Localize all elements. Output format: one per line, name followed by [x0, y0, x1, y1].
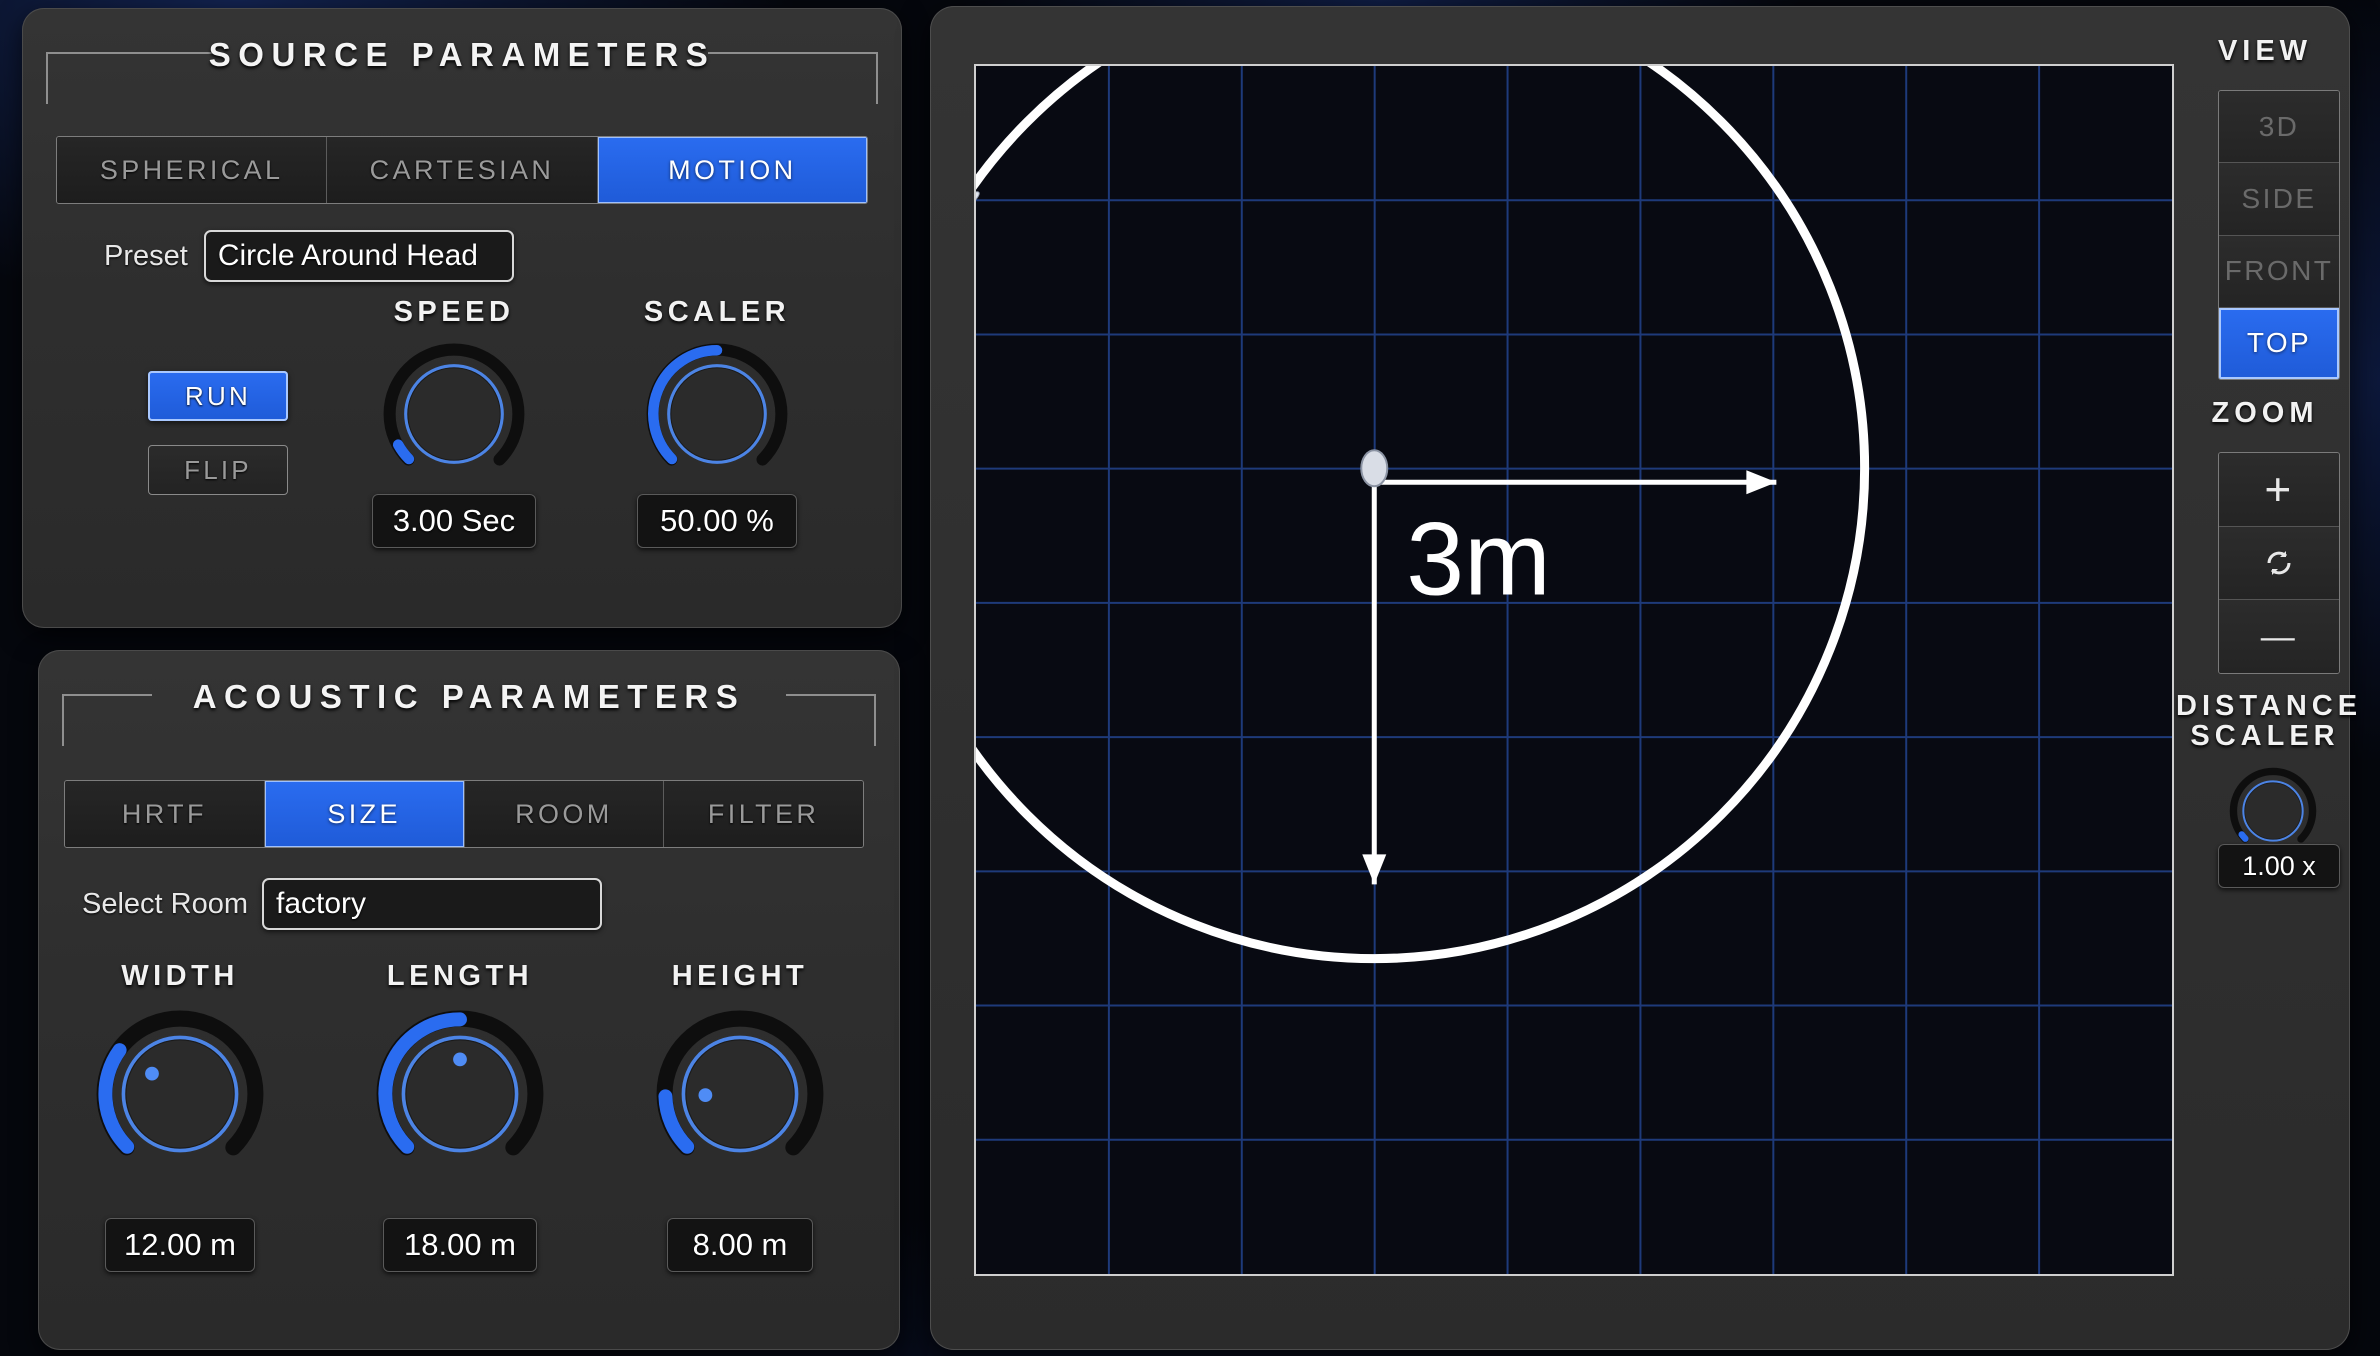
- select-room-row: Select Room factory: [82, 878, 603, 930]
- zoom-plus-icon[interactable]: +: [2219, 453, 2339, 527]
- select-room-dropdown[interactable]: factory: [262, 878, 603, 930]
- view-option-label: FRONT: [2224, 255, 2334, 287]
- view-option-side[interactable]: SIDE: [2219, 163, 2339, 236]
- view-option-label: 3D: [2258, 110, 2300, 142]
- view-option-label: SIDE: [2241, 182, 2317, 214]
- source-section-header: SOURCE PARAMETERS: [22, 30, 902, 104]
- length-label: LENGTH: [386, 960, 534, 992]
- visualizer-canvas: 3m: [976, 66, 2172, 1274]
- plugin-window: SOURCE PARAMETERS SPHERICAL CARTESIAN MOTI…: [0, 0, 2380, 1356]
- speed-readout[interactable]: 3.00 Sec: [372, 494, 536, 548]
- source-panel-title: SOURCE PARAMETERS: [208, 36, 716, 73]
- plus-icon-glyph: +: [2264, 463, 2294, 516]
- tab-label: HRTF: [121, 798, 207, 829]
- zoom-controls-stack[interactable]: + —: [2218, 452, 2340, 674]
- preset-value: Circle Around Head: [217, 239, 478, 272]
- scaler-knob[interactable]: [646, 343, 788, 484]
- length-knob-group: LENGTH 18.00 m: [360, 960, 560, 1290]
- acoustic-section-header: ACOUSTIC PARAMETERS: [38, 672, 900, 746]
- flip-button[interactable]: FLIP: [148, 445, 288, 495]
- tab-label: SIZE: [327, 798, 401, 829]
- tab-label: MOTION: [668, 154, 797, 185]
- listener-head-marker: [1360, 449, 1389, 488]
- width-knob[interactable]: [96, 1010, 264, 1176]
- distance-scaler-title: DISTANCE SCALER: [2176, 690, 2363, 753]
- height-readout[interactable]: 8.00 m: [667, 1218, 813, 1272]
- source-mode-tabs[interactable]: SPHERICAL CARTESIAN MOTION: [56, 136, 868, 204]
- acoustic-panel-title: ACOUSTIC PARAMETERS: [192, 678, 746, 715]
- width-label: WIDTH: [121, 960, 239, 992]
- preset-label: Preset: [104, 239, 188, 272]
- height-knob-group: HEIGHT 8.00 m: [640, 960, 840, 1290]
- width-readout[interactable]: 12.00 m: [105, 1218, 255, 1272]
- preset-row: Preset Circle Around Head: [104, 230, 514, 282]
- acoustic-tab-hrtf[interactable]: HRTF: [65, 781, 265, 847]
- view-mode-stack[interactable]: 3D SIDE FRONT TOP: [2218, 90, 2340, 380]
- tab-label: SPHERICAL: [99, 154, 284, 185]
- speed-label: SPEED: [393, 296, 515, 328]
- view-option-3d[interactable]: 3D: [2219, 91, 2339, 164]
- acoustic-tabs[interactable]: HRTF SIZE ROOM FILTER: [64, 780, 864, 848]
- scaler-readout[interactable]: 50.00 %: [637, 494, 797, 548]
- width-knob-group: WIDTH 12.00 m: [80, 960, 280, 1290]
- source-parameters-panel: SOURCE PARAMETERS SPHERICAL CARTESIAN MOTI…: [22, 8, 902, 628]
- tab-label: ROOM: [515, 798, 613, 829]
- reset-icon-glyph: [2267, 551, 2291, 575]
- length-knob[interactable]: [376, 1010, 544, 1176]
- scaler-label: SCALER: [643, 296, 791, 328]
- length-readout[interactable]: 18.00 m: [383, 1218, 537, 1272]
- source-tab-cartesian[interactable]: CARTESIAN: [327, 137, 598, 203]
- scaler-knob-group: SCALER 50.00 %: [637, 296, 797, 566]
- view-rail-title: VIEW: [2217, 35, 2313, 67]
- select-room-value: factory: [276, 887, 367, 920]
- run-button[interactable]: RUN: [148, 371, 288, 421]
- source-tab-spherical[interactable]: SPHERICAL: [57, 137, 328, 203]
- view-option-top[interactable]: TOP: [2219, 307, 2339, 379]
- height-label: HEIGHT: [671, 960, 809, 992]
- height-knob[interactable]: [656, 1010, 824, 1176]
- acoustic-tab-room[interactable]: ROOM: [464, 781, 665, 847]
- preset-select[interactable]: Circle Around Head: [203, 230, 514, 282]
- scale-label: 3m: [1406, 501, 1550, 617]
- source-tab-motion[interactable]: MOTION: [597, 137, 867, 203]
- spatial-visualizer[interactable]: 3m: [974, 64, 2174, 1276]
- distance-scaler-readout[interactable]: 1.00 x: [2218, 844, 2340, 888]
- visualizer-shell: 3m VIEW 3D SIDE FRONT TOP ZOOM + — DISTANCE …: [930, 6, 2357, 1350]
- tab-label: FILTER: [707, 798, 820, 829]
- speed-knob-group: SPEED 3.00 Sec: [372, 296, 536, 566]
- viewport-background: [976, 66, 2172, 1274]
- select-room-label: Select Room: [82, 887, 249, 920]
- zoom-minus-icon[interactable]: —: [2219, 600, 2339, 673]
- view-option-label: TOP: [2246, 327, 2312, 359]
- speed-knob[interactable]: [383, 343, 525, 484]
- zoom-rail-title: ZOOM: [2211, 397, 2319, 429]
- view-option-front[interactable]: FRONT: [2219, 235, 2339, 308]
- acoustic-tab-filter[interactable]: FILTER: [664, 781, 863, 847]
- tab-label: CARTESIAN: [369, 154, 555, 185]
- zoom-reset-icon[interactable]: [2219, 526, 2339, 601]
- minus-icon-glyph: —: [2260, 617, 2298, 656]
- acoustic-parameters-panel: ACOUSTIC PARAMETERS HRTF SIZE ROOM FILTER S…: [38, 650, 900, 1350]
- distance-scaler-knob[interactable]: [2229, 767, 2317, 854]
- acoustic-tab-size[interactable]: SIZE: [264, 781, 465, 847]
